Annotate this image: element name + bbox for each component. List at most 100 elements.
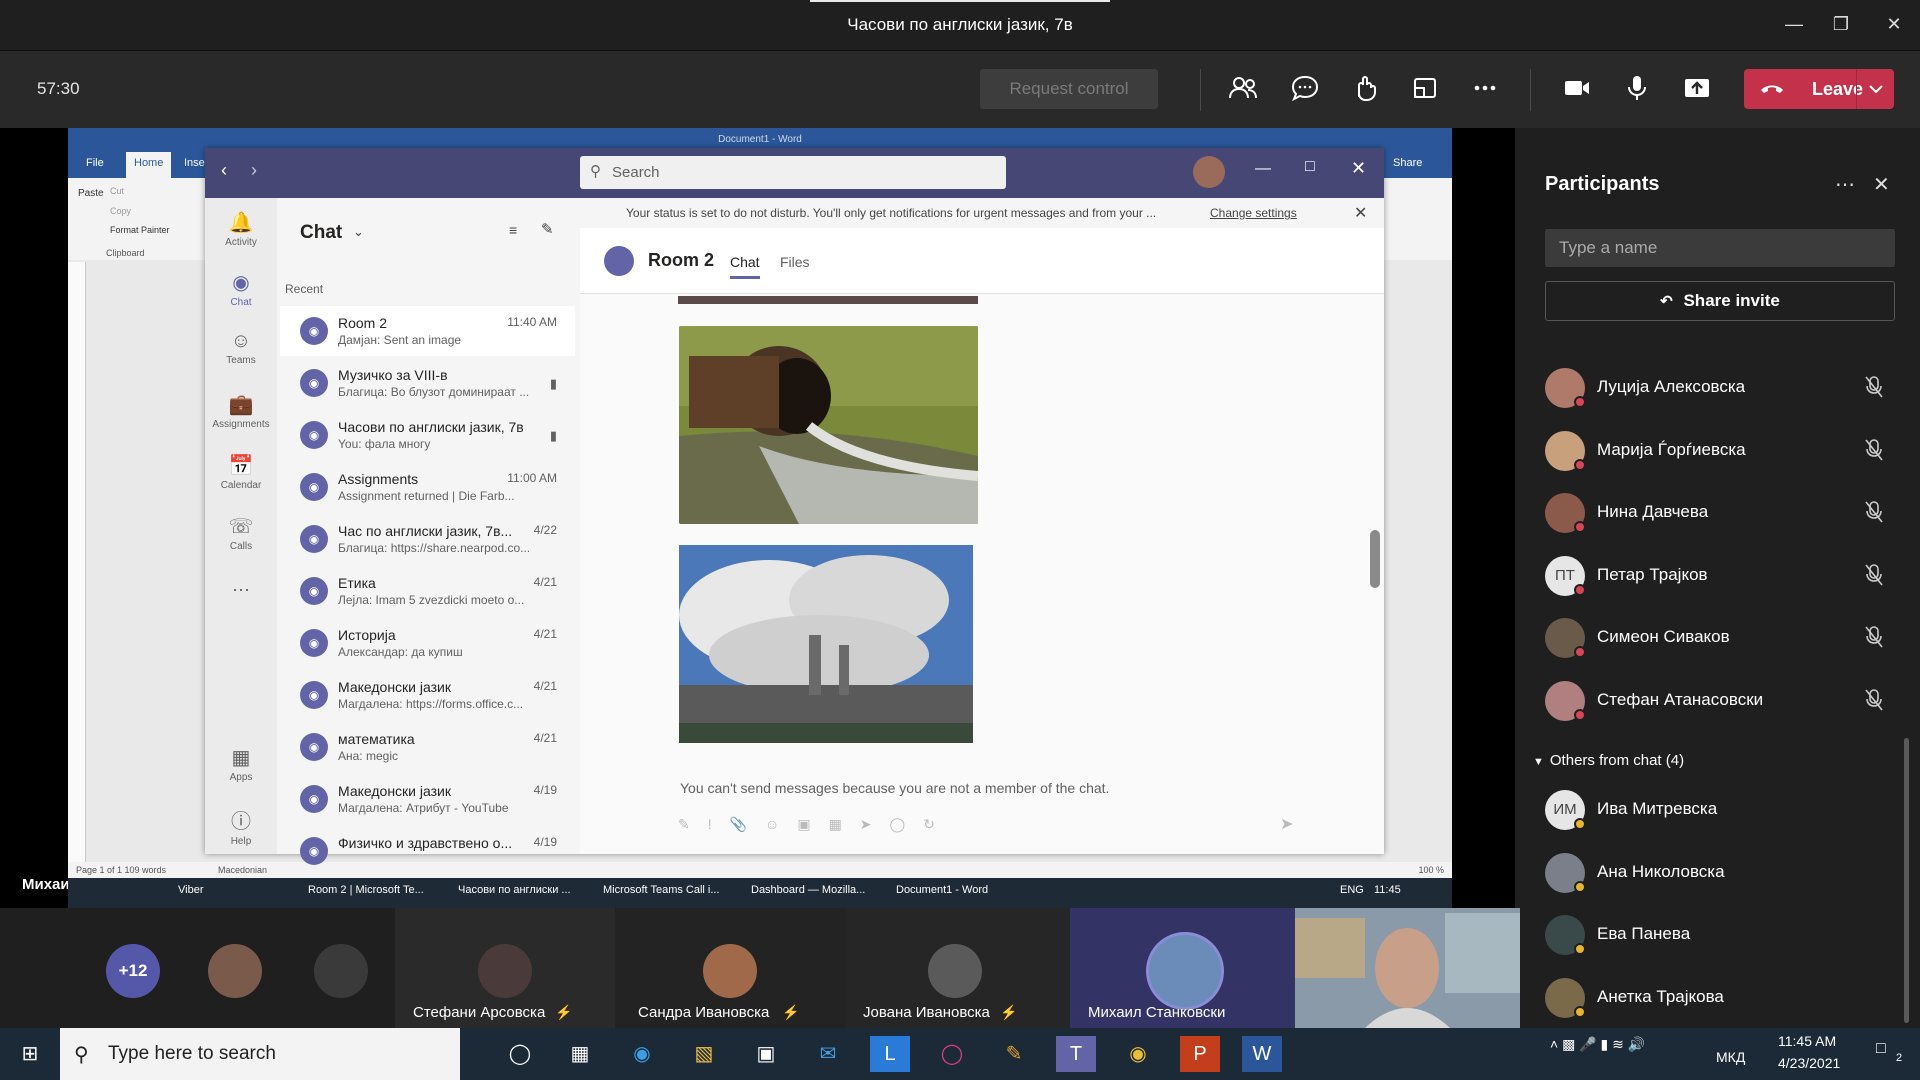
minimize-icon[interactable]: —	[1776, 10, 1812, 38]
app-l-icon[interactable]: L	[870, 1036, 910, 1072]
participant-thumbnail[interactable]	[208, 944, 262, 998]
chevron-down-icon[interactable]: ⌄	[353, 224, 364, 240]
request-control-button[interactable]: Request control	[980, 69, 1158, 109]
share-invite-button[interactable]: ↶ Share invite	[1545, 281, 1895, 321]
participant-row[interactable]: Нина Давчева	[1545, 485, 1885, 543]
rail-more[interactable]: ⋯	[205, 580, 277, 601]
app-o-icon[interactable]: ◯	[932, 1036, 972, 1072]
close-icon[interactable]: ✕	[1354, 203, 1367, 223]
participants-icon[interactable]	[1228, 73, 1264, 109]
paste-button[interactable]: Paste	[78, 188, 104, 199]
edge-icon[interactable]: ◉	[622, 1036, 662, 1072]
rail-chat[interactable]: ◉ Chat	[205, 270, 277, 308]
participant-row[interactable]: Ева Панева	[1545, 907, 1885, 965]
word-tab-home[interactable]: Home	[126, 152, 172, 178]
participant-thumbnail[interactable]	[314, 944, 368, 998]
scrollbar[interactable]	[1370, 530, 1380, 588]
close-icon[interactable]: ✕	[1873, 172, 1890, 197]
participant-row[interactable]: Симеон Сиваков	[1545, 610, 1885, 668]
overflow-participants-button[interactable]: +12	[106, 944, 160, 998]
chat-list-item[interactable]: ◉ Македонски јазик Магдалена: Атрибут - Yo…	[280, 774, 575, 824]
maximize-icon[interactable]: □	[1305, 158, 1315, 176]
rail-calendar[interactable]: 📅 Calendar	[205, 453, 277, 491]
rail-apps[interactable]: ▦ Apps	[205, 745, 277, 783]
chat-image-factory[interactable]	[679, 545, 973, 743]
rail-teams[interactable]: ☺ Teams	[205, 330, 277, 366]
windows-start-icon[interactable]: ⊞	[10, 1036, 50, 1072]
change-settings-link[interactable]: Change settings	[1210, 206, 1297, 220]
shared-taskbar-button[interactable]: Viber	[178, 884, 203, 896]
participant-search-input[interactable]: Type a name	[1545, 229, 1895, 267]
self-video-preview[interactable]	[1295, 908, 1520, 1028]
others-from-chat-section[interactable]: ▼ Others from chat (4)	[1533, 752, 1684, 769]
participant-row[interactable]: Ана Николовска	[1545, 845, 1885, 903]
forward-arrow-icon[interactable]: ›	[251, 160, 257, 181]
chevron-down-icon[interactable]	[1864, 75, 1888, 108]
maximize-icon[interactable]: ❐	[1823, 10, 1859, 38]
participant-row[interactable]: ПТ Петар Трајков	[1545, 548, 1885, 606]
powerpoint-icon[interactable]: P	[1180, 1036, 1220, 1072]
raise-hand-icon[interactable]	[1350, 73, 1386, 109]
chat-list-item[interactable]: ◉ Музичко за VIII-в Благица: Во блузот дом…	[280, 358, 575, 408]
microphone-icon[interactable]	[1622, 73, 1658, 109]
new-chat-icon[interactable]: ✎	[541, 220, 554, 238]
more-options-icon[interactable]: ⋯	[1835, 172, 1855, 197]
camera-icon[interactable]	[1562, 73, 1598, 109]
teams-taskbar-icon[interactable]: T	[1056, 1036, 1096, 1072]
chat-list-item[interactable]: ◉ Физичко и здравствено о... 4/19	[280, 826, 575, 876]
tray-icons[interactable]: ˄ ▩ 🎤 ▮ ≋ 🔊	[1550, 1036, 1645, 1053]
tab-chat[interactable]: Chat	[730, 254, 760, 279]
rail-calls[interactable]: ☏ Calls	[205, 514, 277, 552]
app-paint-icon[interactable]: ✎	[994, 1036, 1034, 1072]
scrollbar[interactable]	[1904, 738, 1909, 1023]
share-screen-icon[interactable]	[1682, 73, 1718, 109]
leave-button[interactable]: Leave	[1744, 69, 1894, 109]
teams-search-input[interactable]: ⚲ Search	[580, 156, 1006, 189]
rail-help[interactable]: ⓘ Help	[205, 805, 277, 847]
participant-row[interactable]: Анетка Трајкова	[1545, 970, 1885, 1028]
rooms-icon[interactable]	[1410, 73, 1446, 109]
chat-bubble-icon[interactable]	[1290, 73, 1326, 109]
word-share-button[interactable]: Share	[1393, 157, 1422, 169]
participant-row[interactable]: Луција Алексовска	[1545, 360, 1885, 418]
chat-list-item[interactable]: ◉ Историја Александар: да купиш 4/21	[280, 618, 575, 668]
cut-button[interactable]: Cut	[110, 186, 124, 196]
shared-taskbar-button[interactable]: Microsoft Teams Call i...	[603, 884, 720, 896]
rail-assignments[interactable]: 💼 Assignments	[205, 392, 277, 430]
chat-list-item[interactable]: ◉ Етика Лејла: Imam 5 zvezdicki moeto o...…	[280, 566, 575, 616]
chat-list-item[interactable]: ◉ Room 2 Дамјан: Sent an image 11:40 AM	[280, 306, 575, 356]
close-icon[interactable]: ✕	[1351, 158, 1366, 179]
participant-row[interactable]: Стефан Атанасовски	[1545, 673, 1885, 731]
task-view-icon[interactable]: ▦	[560, 1036, 600, 1072]
chat-list-item[interactable]: ◉ Македонски јазик Магдалена: https://form…	[280, 670, 575, 720]
mail-icon[interactable]: ✉	[808, 1036, 848, 1072]
taskbar-search-input[interactable]: ⚲ Type here to search	[60, 1028, 460, 1080]
copy-button[interactable]: Copy	[110, 206, 131, 216]
chat-list-item[interactable]: ◉ математика Ана: megic 4/21	[280, 722, 575, 772]
chat-list-item[interactable]: ◉ Часови по англиски јазик, 7в You: фала м…	[280, 410, 575, 460]
close-icon[interactable]: ✕	[1876, 10, 1912, 38]
shared-taskbar-button[interactable]: Dashboard — Mozilla...	[751, 884, 865, 896]
participant-row[interactable]: ИМ Ива Митревска	[1545, 782, 1885, 840]
shared-taskbar-button[interactable]: Document1 - Word	[896, 884, 988, 896]
tray-time[interactable]: 11:45 AM	[1778, 1033, 1836, 1049]
chat-image-pipe[interactable]	[679, 326, 978, 524]
word-tab-file[interactable]: File	[86, 157, 104, 169]
word-taskbar-icon[interactable]: W	[1242, 1036, 1282, 1072]
notification-icon[interactable]: □	[1876, 1040, 1886, 1058]
tray-date[interactable]: 4/23/2021	[1778, 1055, 1840, 1071]
filter-icon[interactable]: ≡	[509, 222, 517, 238]
tray-language[interactable]: МКД	[1716, 1049, 1745, 1065]
file-explorer-icon[interactable]: ▧	[684, 1036, 724, 1072]
chat-list-item[interactable]: ◉ Час по англиски јазик, 7в... Благица: ht…	[280, 514, 575, 564]
rail-activity[interactable]: 🔔 Activity	[205, 210, 277, 248]
minimize-icon[interactable]: —	[1255, 160, 1271, 178]
store-icon[interactable]: ▣	[746, 1036, 786, 1072]
chrome-icon[interactable]: ◉	[1118, 1036, 1158, 1072]
avatar[interactable]	[1193, 156, 1225, 188]
tab-files[interactable]: Files	[780, 254, 810, 270]
format-painter-button[interactable]: Format Painter	[110, 225, 170, 235]
shared-taskbar-button[interactable]: Room 2 | Microsoft Te...	[308, 884, 424, 896]
chat-list-item[interactable]: ◉ Assignments Assignment returned | Die Fa…	[280, 462, 575, 512]
participant-row[interactable]: Марија Ѓорѓиевска	[1545, 423, 1885, 481]
